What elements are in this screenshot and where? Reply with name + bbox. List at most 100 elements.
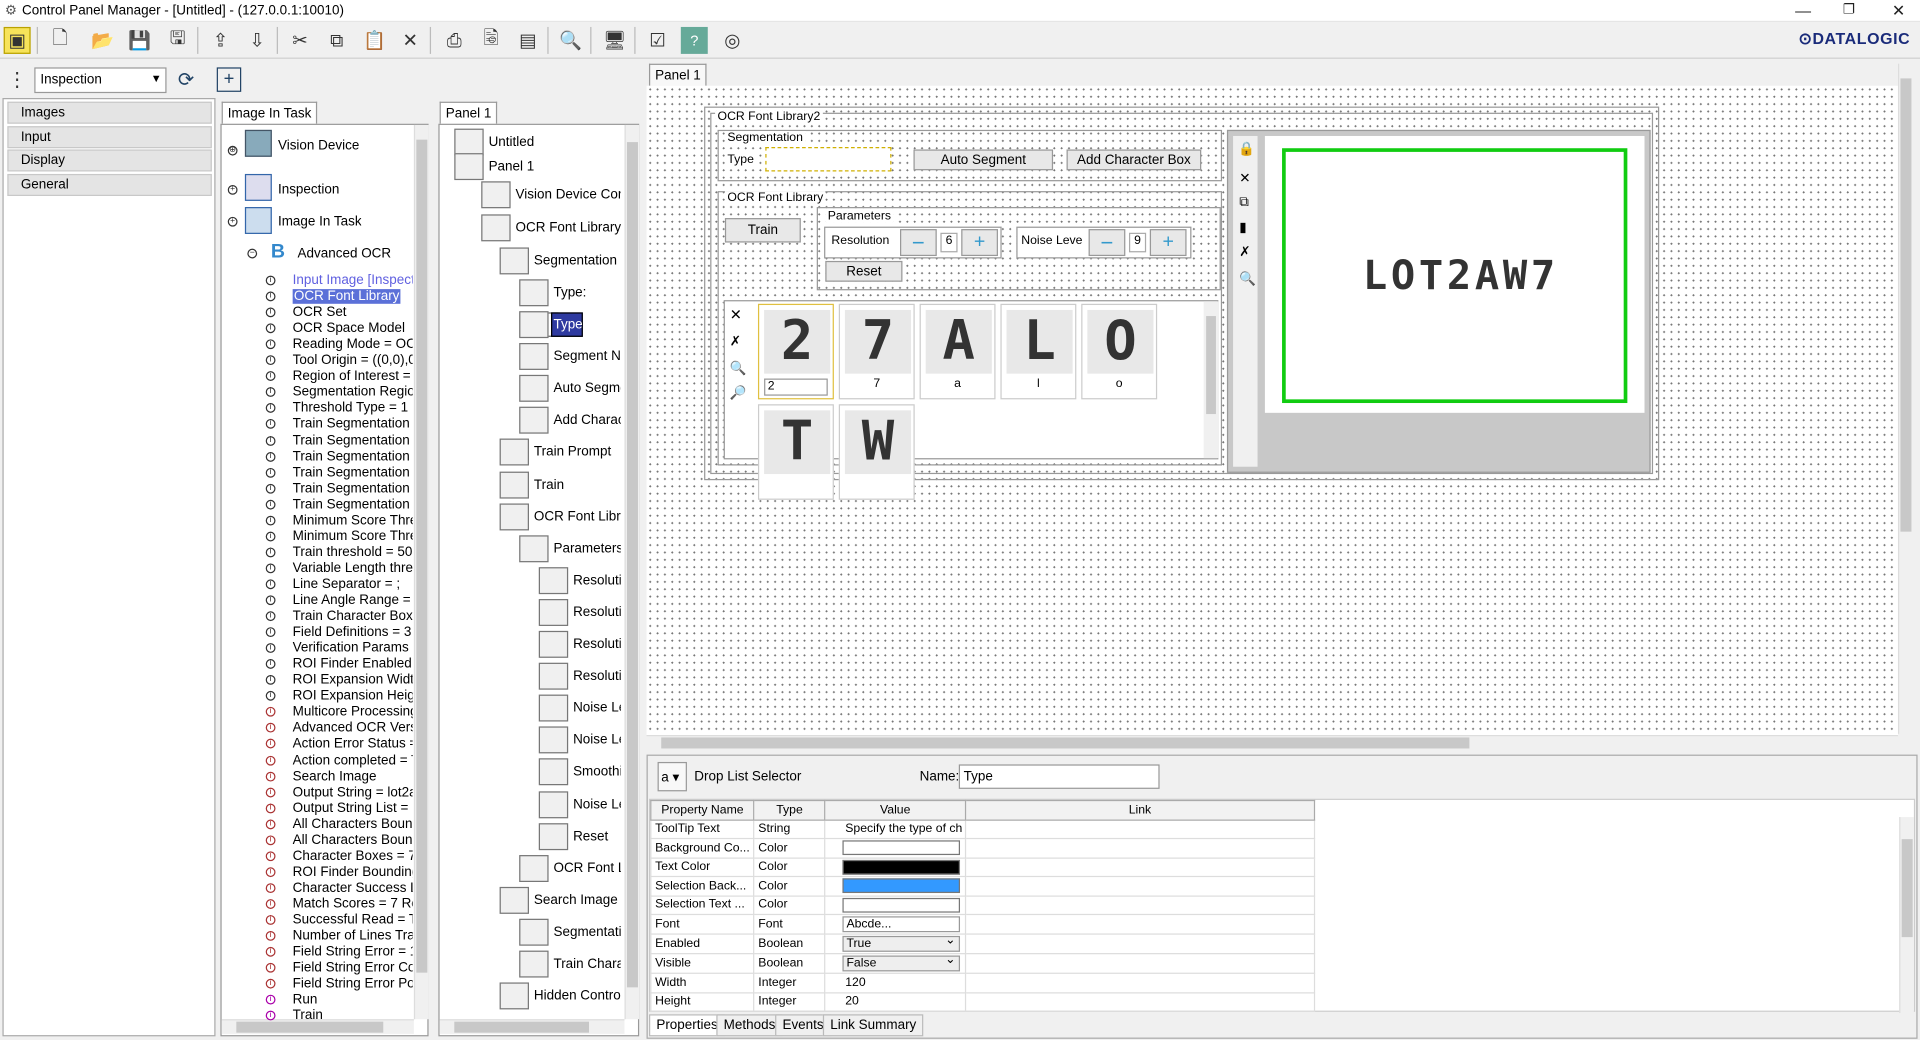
panel-tree-node[interactable]: Type:: [553, 285, 620, 300]
print-preview-icon[interactable]: 🗟: [478, 27, 505, 54]
tree-view-icon[interactable]: ⋮: [7, 67, 27, 92]
copy-icon[interactable]: ⧉: [1239, 195, 1249, 211]
close-button[interactable]: ✕: [1892, 1, 1905, 21]
panel-tree-node[interactable]: OCR Font L: [553, 861, 620, 876]
ocr-property-item[interactable]: Verification Params =: [293, 641, 413, 656]
ocr-property-item[interactable]: Action completed = Tr: [293, 753, 413, 768]
ocr-property-item[interactable]: Search Image: [293, 769, 413, 784]
props-tab[interactable]: Link Summary: [822, 1014, 924, 1037]
image-display[interactable]: 🔒 ✕ ⧉ ▮ ✗ 🔍 LOT2AW7: [1226, 129, 1651, 473]
property-value-box[interactable]: Abcde...: [842, 916, 961, 933]
tree-node-image-in-task[interactable]: Image In Task: [278, 214, 362, 229]
panel-tree-node[interactable]: Train Prompt: [534, 445, 621, 460]
panel-tree-node[interactable]: Vision Device Conr: [516, 187, 621, 202]
property-value[interactable]: 20: [824, 991, 966, 1012]
ocr-property-item[interactable]: Segmentation Region: [293, 385, 413, 400]
nav-images[interactable]: Images: [7, 101, 212, 124]
ocr-property-item[interactable]: ROI Finder Bounding: [293, 865, 413, 880]
property-row[interactable]: Text Color Color: [650, 856, 1316, 878]
panel-tree-node[interactable]: Smoothi: [573, 764, 621, 779]
property-value[interactable]: [824, 894, 966, 916]
ocr-property-item[interactable]: Threshold Type = 1: [293, 401, 413, 416]
property-link[interactable]: [964, 894, 1316, 916]
ocr-property-item[interactable]: Run: [293, 993, 413, 1008]
col-type[interactable]: Type: [753, 799, 826, 821]
property-row[interactable]: Enabled Boolean True ⌄: [650, 933, 1316, 955]
property-value[interactable]: 120: [824, 972, 966, 993]
character-cell[interactable]: 77: [838, 303, 915, 400]
color-swatch[interactable]: [842, 859, 961, 875]
tab-panel-1[interactable]: Panel 1: [648, 63, 707, 86]
ocr-property-item[interactable]: Train Character Boxe: [293, 609, 413, 624]
library-vscroll[interactable]: [1203, 301, 1219, 459]
property-vscroll[interactable]: [1899, 817, 1914, 1014]
auto-segment-button[interactable]: Auto Segment: [913, 149, 1054, 171]
ocr-property-item[interactable]: Train Segmentation M: [293, 465, 413, 480]
ocr-property-item[interactable]: Minimum Score Thres: [293, 513, 413, 528]
panel-tree-node[interactable]: Resoluti: [573, 669, 621, 684]
color-swatch[interactable]: [842, 840, 961, 856]
ocr-property-item[interactable]: Output String List = 1: [293, 801, 413, 816]
ocr-property-item[interactable]: Train Segmentation M: [293, 433, 413, 448]
property-row[interactable]: ToolTip Text String Specify the type of ch: [650, 818, 1316, 840]
clear-char-icon[interactable]: ✗: [730, 333, 741, 349]
col-property-name[interactable]: Property Name: [650, 799, 755, 821]
property-link[interactable]: [964, 837, 1316, 859]
tab-panel-1-tree[interactable]: Panel 1: [439, 101, 498, 124]
ocr-property-item[interactable]: ROI Expansion Width: [293, 673, 413, 688]
noise-minus-button[interactable]: −: [1088, 229, 1126, 257]
property-value[interactable]: False ⌄: [824, 953, 966, 974]
inspection-selector[interactable]: Inspection ▼: [34, 67, 167, 94]
property-link[interactable]: [964, 913, 1316, 935]
designer-canvas[interactable]: OCR Font Library2 Segmentation Type Auto…: [646, 85, 1898, 735]
cut-icon[interactable]: ✂: [287, 27, 314, 54]
panel-tree-node[interactable]: Add Charac: [553, 413, 620, 428]
panel-tree-node[interactable]: Noise Le: [573, 733, 621, 748]
property-row[interactable]: Height Integer 20: [650, 991, 1316, 1012]
minimize-button[interactable]: —: [1795, 1, 1811, 19]
save-all-icon[interactable]: 🖫: [164, 27, 191, 54]
panel-tree-node[interactable]: Auto Segme: [553, 381, 620, 396]
panel-tree-node[interactable]: Segmentation: [534, 254, 621, 269]
panel-tree-node[interactable]: Search Image: [534, 893, 621, 908]
property-row[interactable]: Selection Back... Color: [650, 875, 1316, 897]
delete-icon[interactable]: ✕: [397, 27, 424, 54]
ocr-property-item[interactable]: Field String Error Pos: [293, 977, 413, 992]
paste-icon[interactable]: ▮: [1239, 219, 1246, 236]
character-cell[interactable]: T: [757, 404, 834, 500]
help-icon[interactable]: ?: [680, 26, 708, 54]
property-value-box[interactable]: False ⌄: [842, 955, 961, 972]
expand-toggle[interactable]: +: [227, 184, 238, 195]
panel-tree-node[interactable]: Resoluti: [573, 637, 621, 652]
panel-tree-node[interactable]: Resoluti: [573, 605, 621, 620]
ocr-property-item[interactable]: ROI Finder Enabled =: [293, 657, 413, 672]
col-value[interactable]: Value: [824, 799, 966, 821]
panel-tree-node[interactable]: Train: [534, 478, 621, 493]
character-cell[interactable]: Oo: [1081, 303, 1158, 400]
designer-vscroll[interactable]: [1897, 63, 1913, 734]
lock-icon[interactable]: 🔒: [1238, 141, 1255, 157]
type-dropdown[interactable]: [765, 147, 892, 172]
ocr-property-item[interactable]: Train: [293, 1009, 413, 1024]
about-icon[interactable]: ◎: [719, 27, 746, 54]
name-input[interactable]: Type: [958, 764, 1160, 789]
zoom-in-icon[interactable]: 🔍: [730, 360, 747, 376]
property-link[interactable]: [964, 953, 1316, 974]
property-row[interactable]: Font Font Abcde...: [650, 913, 1316, 935]
noise-value[interactable]: 9: [1128, 232, 1147, 253]
ocr-property-item[interactable]: All Characters Bound: [293, 833, 413, 848]
property-row[interactable]: Background Co... Color: [650, 837, 1316, 859]
property-row[interactable]: Width Integer 120: [650, 972, 1316, 993]
tree-node-inspection[interactable]: Inspection: [278, 183, 339, 198]
image-viewport[interactable]: LOT2AW7: [1264, 135, 1645, 413]
delete-char-icon[interactable]: ✕: [730, 306, 742, 323]
property-link[interactable]: [964, 856, 1316, 878]
panel-tree-node[interactable]: Noise Le: [573, 701, 621, 716]
resolution-minus-button[interactable]: −: [900, 229, 937, 257]
noise-plus-button[interactable]: +: [1149, 229, 1187, 257]
ocr-property-item[interactable]: Region of Interest = ((: [293, 369, 413, 384]
train-button[interactable]: Train: [724, 218, 801, 243]
panel-tree-vscroll[interactable]: [624, 124, 640, 1020]
ocr-property-item[interactable]: Field String Error Coc: [293, 961, 413, 976]
panel-tree-node[interactable]: Noise Le: [573, 797, 621, 812]
